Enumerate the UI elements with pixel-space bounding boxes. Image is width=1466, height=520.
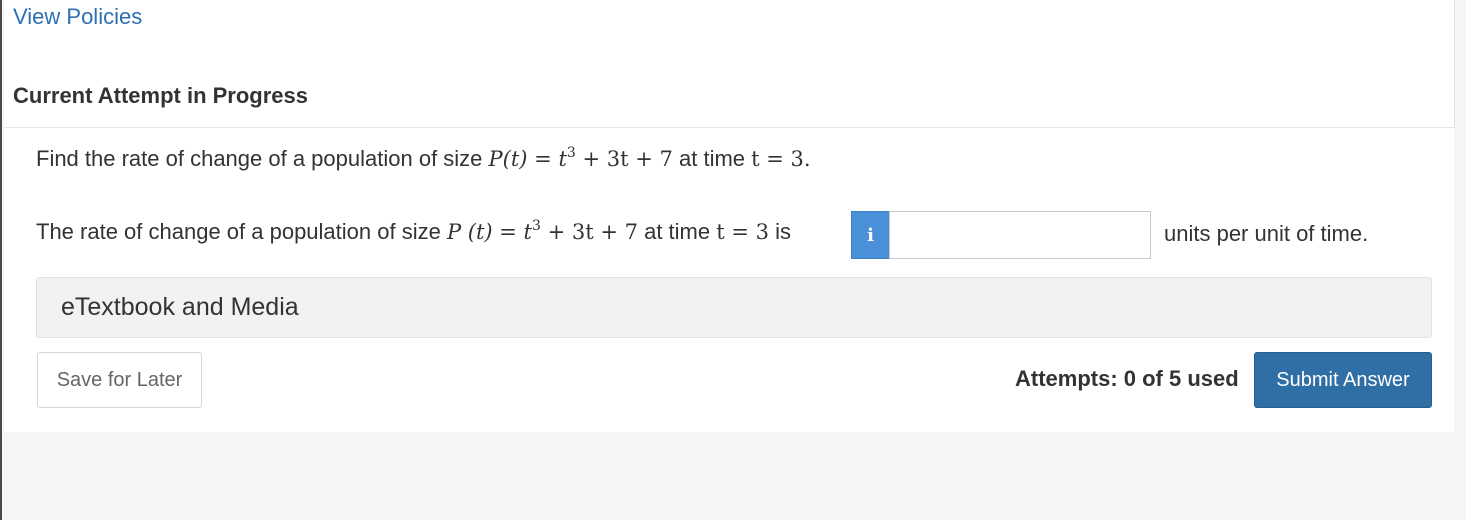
view-policies-link[interactable]: View Policies (13, 4, 142, 30)
prompt-variable: t (558, 147, 567, 171)
save-for-later-button[interactable]: Save for Later (37, 352, 202, 408)
prompt-exponent: 3 (566, 145, 576, 161)
answer-equals: = (492, 220, 524, 244)
info-icon[interactable]: i (851, 211, 890, 259)
answer-middle: at time (637, 219, 717, 244)
etextbook-label: eTextbook and Media (61, 293, 299, 321)
answer-variable: t (523, 220, 532, 244)
answer-exponent: 3 (532, 218, 541, 234)
question-prompt: Find the rate of change of a population … (36, 146, 811, 172)
answer-prefix: The rate of change of a population of si… (36, 219, 447, 244)
prompt-middle: at time (672, 146, 752, 171)
answer-input[interactable] (889, 211, 1151, 259)
etextbook-and-media-panel[interactable]: eTextbook and Media (36, 277, 1432, 338)
answer-function: P (t) (446, 220, 493, 244)
page: View Policies Current Attempt in Progres… (0, 0, 1466, 520)
prompt-time: t = 3. (751, 147, 811, 171)
prompt-expression-rest: + 3t + 7 (575, 147, 673, 171)
card-right-border (1454, 0, 1455, 128)
answer-sentence: The rate of change of a population of si… (36, 219, 791, 245)
attempts-counter: Attempts: 0 of 5 used (1015, 366, 1239, 391)
answer-math: P (t) = t3 + 3t + 7 (446, 218, 638, 244)
prompt-equals: = (527, 147, 559, 171)
answer-expression-rest: + 3t + 7 (540, 220, 638, 244)
divider (4, 127, 1454, 128)
submit-answer-button[interactable]: Submit Answer (1254, 352, 1432, 408)
attempt-heading: Current Attempt in Progress (13, 83, 309, 108)
prompt-prefix: Find the rate of change of a population … (36, 146, 489, 171)
answer-time: t = 3 (716, 220, 769, 244)
prompt-math: P(t) = t3 + 3t + 7 (488, 145, 673, 171)
prompt-function: P(t) (488, 147, 528, 171)
units-label: units per unit of time. (1164, 221, 1369, 246)
answer-suffix: is (768, 219, 791, 244)
